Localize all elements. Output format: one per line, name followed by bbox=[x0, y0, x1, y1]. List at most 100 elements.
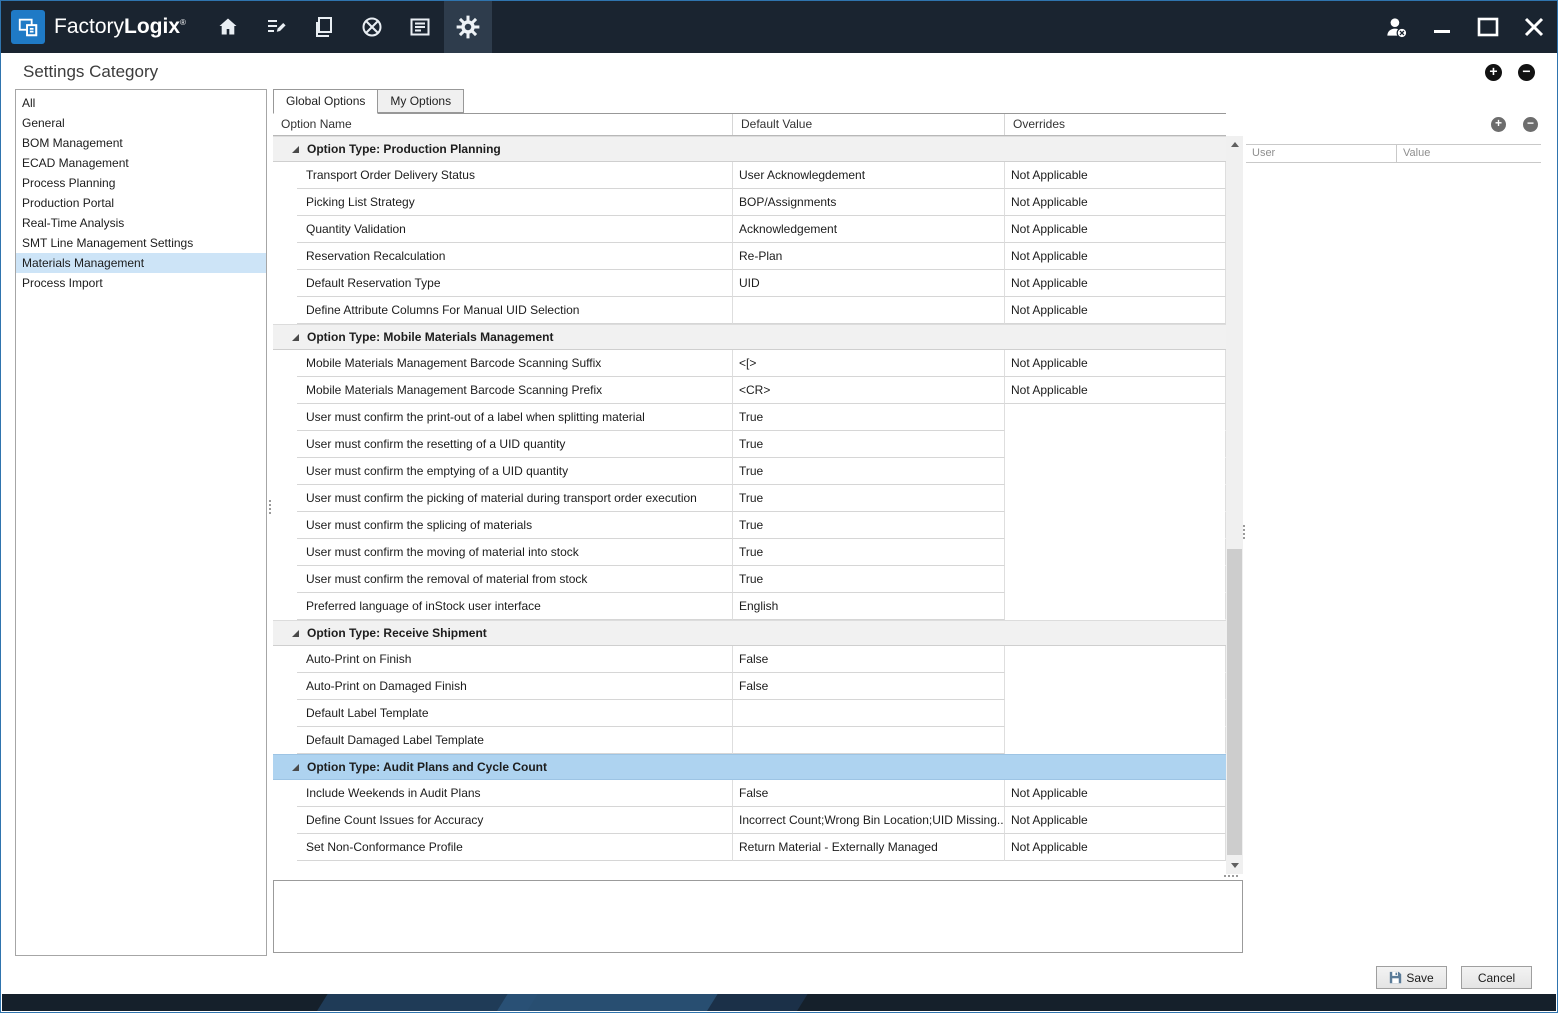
overrides-cell[interactable] bbox=[1005, 593, 1226, 620]
option-name-cell[interactable]: Mobile Materials Management Barcode Scan… bbox=[297, 350, 733, 377]
option-row[interactable]: User must confirm the moving of material… bbox=[273, 539, 1226, 566]
scroll-down-button[interactable] bbox=[1226, 857, 1243, 874]
overrides-cell[interactable]: Not Applicable bbox=[1005, 377, 1226, 404]
row-indent[interactable] bbox=[273, 485, 297, 512]
overrides-cell[interactable]: Not Applicable bbox=[1005, 350, 1226, 377]
option-name-cell[interactable]: Default Damaged Label Template bbox=[297, 727, 733, 754]
scroll-up-button[interactable] bbox=[1226, 136, 1243, 153]
default-value-cell[interactable]: True bbox=[733, 431, 1005, 458]
option-row[interactable]: Auto-Print on FinishFalse bbox=[273, 646, 1226, 673]
default-value-cell[interactable]: Return Material - Externally Managed bbox=[733, 834, 1005, 861]
overrides-cell[interactable]: Not Applicable bbox=[1005, 297, 1226, 324]
overrides-cell[interactable] bbox=[1005, 566, 1226, 593]
column-header-option-name[interactable]: Option Name bbox=[273, 114, 733, 135]
logoff-user-icon[interactable] bbox=[1373, 1, 1419, 53]
option-name-cell[interactable]: Preferred language of inStock user inter… bbox=[297, 593, 733, 620]
row-indent[interactable] bbox=[273, 646, 297, 673]
overrides-cell[interactable]: Not Applicable bbox=[1005, 807, 1226, 834]
column-header-overrides[interactable]: Overrides bbox=[1005, 114, 1226, 135]
default-value-cell[interactable]: Acknowledgement bbox=[733, 216, 1005, 243]
overrides-cell[interactable] bbox=[1005, 539, 1226, 566]
overrides-cell[interactable] bbox=[1005, 431, 1226, 458]
option-name-cell[interactable]: Auto-Print on Finish bbox=[297, 646, 733, 673]
default-value-cell[interactable]: BOP/Assignments bbox=[733, 189, 1005, 216]
overrides-cell[interactable] bbox=[1005, 404, 1226, 431]
overrides-cell[interactable]: Not Applicable bbox=[1005, 780, 1226, 807]
edit-list-icon[interactable] bbox=[252, 1, 300, 53]
option-name-cell[interactable]: Transport Order Delivery Status bbox=[297, 162, 733, 189]
column-header-user[interactable]: User bbox=[1246, 145, 1397, 162]
sidebar-item-bom-management[interactable]: BOM Management bbox=[16, 133, 266, 153]
maximize-button[interactable] bbox=[1465, 1, 1511, 53]
option-group-header[interactable]: Option Type: Audit Plans and Cycle Count bbox=[273, 754, 1226, 780]
sidebar-item-ecad-management[interactable]: ECAD Management bbox=[16, 153, 266, 173]
default-value-cell[interactable]: True bbox=[733, 458, 1005, 485]
overrides-cell[interactable]: Not Applicable bbox=[1005, 162, 1226, 189]
option-name-cell[interactable]: User must confirm the emptying of a UID … bbox=[297, 458, 733, 485]
option-row[interactable]: Auto-Print on Damaged FinishFalse bbox=[273, 673, 1226, 700]
row-indent[interactable] bbox=[273, 512, 297, 539]
default-value-cell[interactable]: <CR> bbox=[733, 377, 1005, 404]
default-value-cell[interactable]: True bbox=[733, 539, 1005, 566]
option-row[interactable]: User must confirm the print-out of a lab… bbox=[273, 404, 1226, 431]
option-row[interactable]: User must confirm the picking of materia… bbox=[273, 485, 1226, 512]
option-row[interactable]: Reservation RecalculationRe-PlanNot Appl… bbox=[273, 243, 1226, 270]
sidebar-item-all[interactable]: All bbox=[16, 93, 266, 113]
overrides-cell[interactable]: Not Applicable bbox=[1005, 834, 1226, 861]
option-row[interactable]: User must confirm the removal of materia… bbox=[273, 566, 1226, 593]
close-button[interactable] bbox=[1511, 1, 1557, 53]
overrides-cell[interactable] bbox=[1005, 512, 1226, 539]
option-name-cell[interactable]: Picking List Strategy bbox=[297, 189, 733, 216]
option-name-cell[interactable]: User must confirm the resetting of a UID… bbox=[297, 431, 733, 458]
option-group-header[interactable]: Option Type: Receive Shipment bbox=[273, 620, 1226, 646]
default-value-cell[interactable] bbox=[733, 700, 1005, 727]
scrollbar-thumb[interactable] bbox=[1227, 549, 1242, 855]
option-row[interactable]: Mobile Materials Management Barcode Scan… bbox=[273, 377, 1226, 404]
option-name-cell[interactable]: User must confirm the print-out of a lab… bbox=[297, 404, 733, 431]
documents-icon[interactable] bbox=[300, 1, 348, 53]
default-value-cell[interactable] bbox=[733, 727, 1005, 754]
home-icon[interactable] bbox=[204, 1, 252, 53]
option-name-cell[interactable]: Default Label Template bbox=[297, 700, 733, 727]
overrides-cell[interactable] bbox=[1005, 727, 1226, 754]
group-collapse-arrow-icon[interactable] bbox=[292, 146, 299, 153]
overrides-cell[interactable] bbox=[1005, 673, 1226, 700]
option-name-cell[interactable]: Auto-Print on Damaged Finish bbox=[297, 673, 733, 700]
default-value-cell[interactable]: User Acknowlegdement bbox=[733, 162, 1005, 189]
overrides-cell[interactable] bbox=[1005, 700, 1226, 727]
overrides-cell[interactable]: Not Applicable bbox=[1005, 216, 1226, 243]
comment-box-splitter[interactable] bbox=[1220, 873, 1242, 878]
sidebar-item-process-planning[interactable]: Process Planning bbox=[16, 173, 266, 193]
default-value-cell[interactable]: <[> bbox=[733, 350, 1005, 377]
option-name-cell[interactable]: Define Attribute Columns For Manual UID … bbox=[297, 297, 733, 324]
column-header-value[interactable]: Value bbox=[1397, 145, 1541, 162]
default-value-cell[interactable]: True bbox=[733, 512, 1005, 539]
option-row[interactable]: User must confirm the emptying of a UID … bbox=[273, 458, 1226, 485]
sidebar-item-production-portal[interactable]: Production Portal bbox=[16, 193, 266, 213]
option-name-cell[interactable]: Reservation Recalculation bbox=[297, 243, 733, 270]
settings-gear-icon[interactable] bbox=[444, 1, 492, 53]
option-name-cell[interactable]: User must confirm the splicing of materi… bbox=[297, 512, 733, 539]
row-indent[interactable] bbox=[273, 780, 297, 807]
default-value-cell[interactable]: True bbox=[733, 485, 1005, 512]
row-indent[interactable] bbox=[273, 700, 297, 727]
default-value-cell[interactable]: English bbox=[733, 593, 1005, 620]
row-indent[interactable] bbox=[273, 727, 297, 754]
option-group-header[interactable]: Option Type: Mobile Materials Management bbox=[273, 324, 1226, 350]
option-name-cell[interactable]: User must confirm the removal of materia… bbox=[297, 566, 733, 593]
default-value-cell[interactable]: Re-Plan bbox=[733, 243, 1005, 270]
add-override-button[interactable]: + bbox=[1491, 117, 1506, 132]
default-value-cell[interactable] bbox=[733, 297, 1005, 324]
option-name-cell[interactable]: Define Count Issues for Accuracy bbox=[297, 807, 733, 834]
default-value-cell[interactable]: Incorrect Count;Wrong Bin Location;UID M… bbox=[733, 807, 1005, 834]
row-indent[interactable] bbox=[273, 539, 297, 566]
option-row[interactable]: Picking List StrategyBOP/AssignmentsNot … bbox=[273, 189, 1226, 216]
cancel-button[interactable]: Cancel bbox=[1461, 966, 1532, 989]
row-indent[interactable] bbox=[273, 189, 297, 216]
overrides-cell[interactable]: Not Applicable bbox=[1005, 189, 1226, 216]
add-category-button[interactable]: + bbox=[1485, 64, 1502, 81]
option-row[interactable]: Preferred language of inStock user inter… bbox=[273, 593, 1226, 620]
row-indent[interactable] bbox=[273, 216, 297, 243]
row-indent[interactable] bbox=[273, 593, 297, 620]
sidebar-item-real-time-analysis[interactable]: Real-Time Analysis bbox=[16, 213, 266, 233]
